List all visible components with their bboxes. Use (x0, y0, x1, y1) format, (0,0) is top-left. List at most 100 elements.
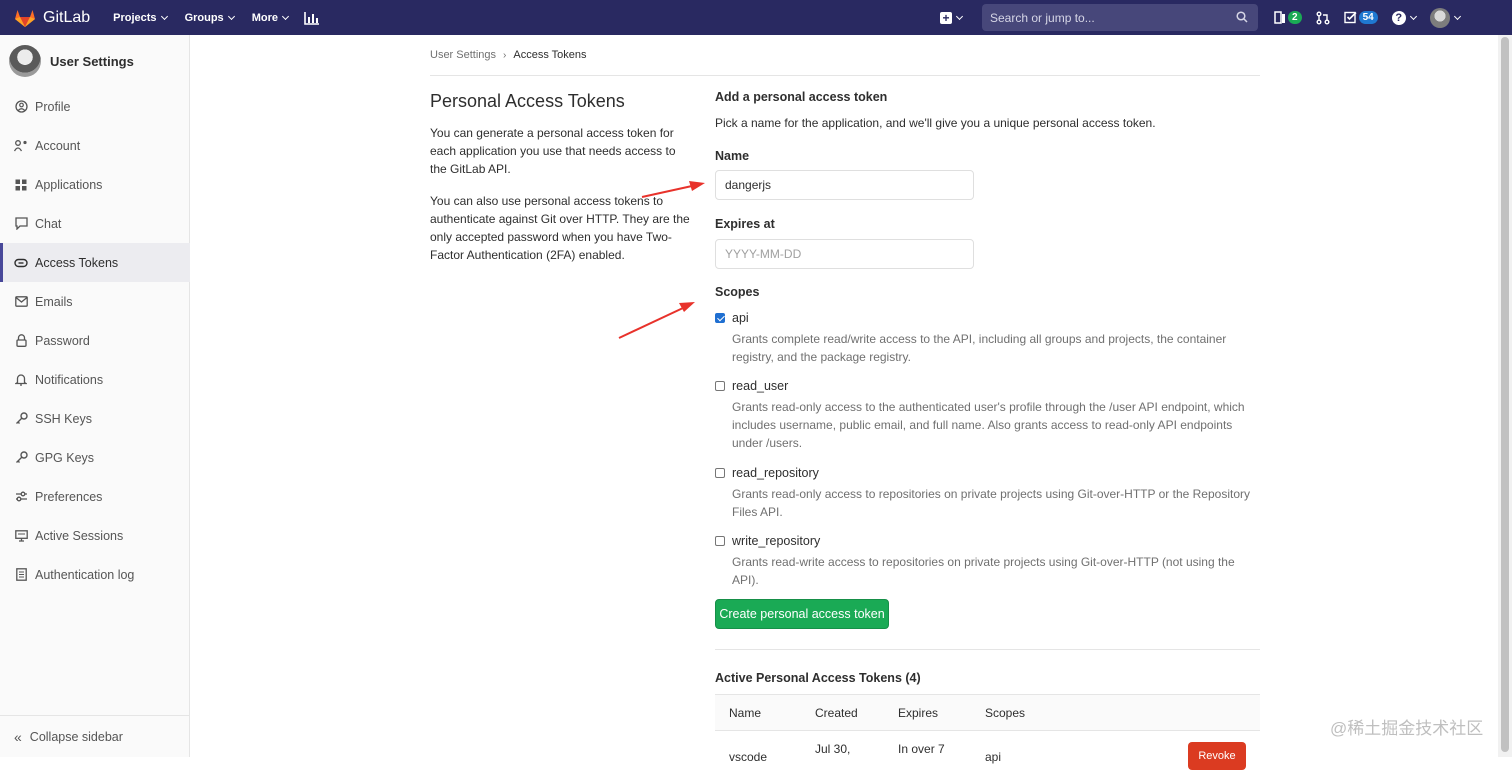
merge-requests-link[interactable] (1316, 11, 1330, 25)
user-menu[interactable] (1429, 7, 1461, 28)
sidebar-item-password[interactable]: Password (0, 321, 190, 360)
merge-request-icon (1316, 11, 1330, 24)
sidebar-item-ssh-keys[interactable]: SSH Keys (0, 399, 190, 438)
scrollbar-thumb[interactable] (1501, 37, 1509, 752)
nav-more[interactable]: More (251, 11, 290, 24)
nav-projects-label: Projects (113, 11, 157, 24)
breadcrumb-user-settings[interactable]: User Settings (430, 49, 496, 61)
sidebar-header[interactable]: User Settings (0, 35, 189, 87)
breadcrumb: User Settings › Access Tokens (430, 49, 587, 61)
scope-description: Grants read-write access to repositories… (732, 555, 1235, 587)
token-name-input[interactable] (715, 170, 974, 200)
watermark: @稀土掘金技术社区 (1330, 719, 1484, 738)
scopes-label: Scopes (715, 285, 760, 299)
scope-write-repository: write_repository Grants read-write acces… (715, 534, 1260, 589)
expires-label: Expires at (715, 217, 775, 231)
key-icon (14, 412, 28, 426)
sidebar-item-label: Account (35, 138, 81, 153)
column-header-created: Created (815, 706, 858, 720)
breadcrumb-access-tokens[interactable]: Access Tokens (513, 49, 586, 61)
chat-icon (14, 217, 28, 231)
sliders-icon (14, 490, 28, 504)
section-divider (715, 649, 1260, 650)
sidebar-item-profile[interactable]: Profile (0, 87, 190, 126)
profile-icon (14, 100, 28, 114)
page-scrollbar[interactable] (1498, 35, 1512, 757)
issues-icon (1274, 11, 1285, 24)
nav-projects[interactable]: Projects (113, 11, 168, 24)
sidebar-item-authentication-log[interactable]: Authentication log (0, 555, 190, 594)
form-subheading: Pick a name for the application, and we'… (715, 116, 1156, 130)
help-dropdown[interactable]: ? (1391, 10, 1417, 25)
token-row-scopes: api (985, 750, 1002, 764)
todos-link[interactable]: 54 (1343, 11, 1378, 24)
intro-paragraph-1: You can generate a personal access token… (430, 126, 676, 176)
sidebar-title: User Settings (50, 53, 134, 69)
column-header-scopes: Scopes (985, 706, 1026, 720)
create-token-button[interactable]: Create personal access token (715, 599, 889, 629)
token-row-created: Jul 30, (815, 742, 851, 756)
sidebar-item-account[interactable]: Account (0, 126, 190, 165)
gitlab-logo[interactable]: GitLab (14, 8, 90, 28)
sidebar-item-label: Applications (35, 177, 103, 192)
sidebar-item-label: Password (35, 333, 90, 348)
log-icon (14, 568, 28, 582)
chevron-down-icon (227, 12, 235, 20)
email-icon (14, 295, 28, 309)
sidebar-item-preferences[interactable]: Preferences (0, 477, 190, 516)
active-tokens-title: Active Personal Access Tokens (4) (715, 671, 921, 685)
sidebar-item-active-sessions[interactable]: Active Sessions (0, 516, 190, 555)
sidebar-item-emails[interactable]: Emails (0, 282, 190, 321)
nav-groups[interactable]: Groups (184, 11, 235, 24)
column-header-expires: Expires (898, 706, 939, 720)
issues-link[interactable]: 2 (1274, 11, 1302, 24)
sidebar-item-notifications[interactable]: Notifications (0, 360, 190, 399)
form-heading: Add a personal access token (715, 90, 888, 104)
scope-api-checkbox[interactable] (715, 313, 725, 323)
sidebar-item-chat[interactable]: Chat (0, 204, 190, 243)
chevron-down-icon (1453, 12, 1461, 20)
active-tokens-table-header: Name Created Expires Scopes (715, 695, 1260, 731)
scope-name[interactable]: write_repository (732, 534, 820, 548)
sidebar-item-gpg-keys[interactable]: GPG Keys (0, 438, 190, 477)
expires-at-input[interactable] (715, 239, 974, 269)
account-icon (14, 139, 28, 153)
chevron-down-icon (1409, 12, 1417, 20)
breadcrumb-separator-icon: › (503, 49, 507, 61)
token-icon (14, 256, 28, 270)
sidebar-item-label: SSH Keys (35, 411, 92, 426)
nav-more-label: More (251, 11, 278, 24)
token-form: Add a personal access token Pick a name … (715, 90, 1260, 770)
search-box[interactable] (982, 4, 1258, 31)
double-chevron-left-icon: « (14, 728, 22, 745)
search-icon (1236, 11, 1248, 23)
scope-read-repository-checkbox[interactable] (715, 468, 725, 478)
name-label: Name (715, 149, 750, 163)
revoke-button[interactable]: Revoke (1188, 742, 1246, 770)
sidebar-item-applications[interactable]: Applications (0, 165, 190, 204)
scope-name[interactable]: read_user (732, 379, 788, 393)
chevron-down-icon (281, 12, 290, 20)
sidebar-item-label: Preferences (35, 489, 103, 504)
scope-name[interactable]: api (732, 311, 749, 325)
scope-read-user-checkbox[interactable] (715, 381, 725, 391)
settings-sidebar: User Settings Profile Account Applicatio… (0, 35, 190, 757)
avatar (1429, 7, 1450, 28)
scope-write-repository-checkbox[interactable] (715, 536, 725, 546)
sidebar-item-access-tokens[interactable]: Access Tokens (0, 243, 190, 282)
search-input[interactable] (982, 10, 1222, 25)
scope-api: api Grants complete read/write access to… (715, 311, 1260, 366)
collapse-sidebar-button[interactable]: « Collapse sidebar (0, 715, 190, 757)
page-title: Personal Access Tokens (430, 91, 625, 111)
lock-icon (14, 334, 28, 348)
scope-name[interactable]: read_repository (732, 466, 819, 480)
plus-icon: + (940, 11, 952, 24)
token-row-name: vscode (729, 750, 768, 764)
activity-chart-icon[interactable] (304, 11, 320, 25)
scope-read-user: read_user Grants read-only access to the… (715, 379, 1260, 452)
sidebar-item-label: Profile (35, 99, 71, 114)
nav-groups-label: Groups (184, 11, 224, 24)
new-dropdown[interactable]: + (940, 0, 964, 35)
column-header-name: Name (729, 706, 762, 720)
scope-description: Grants complete read/write access to the… (732, 332, 1227, 364)
